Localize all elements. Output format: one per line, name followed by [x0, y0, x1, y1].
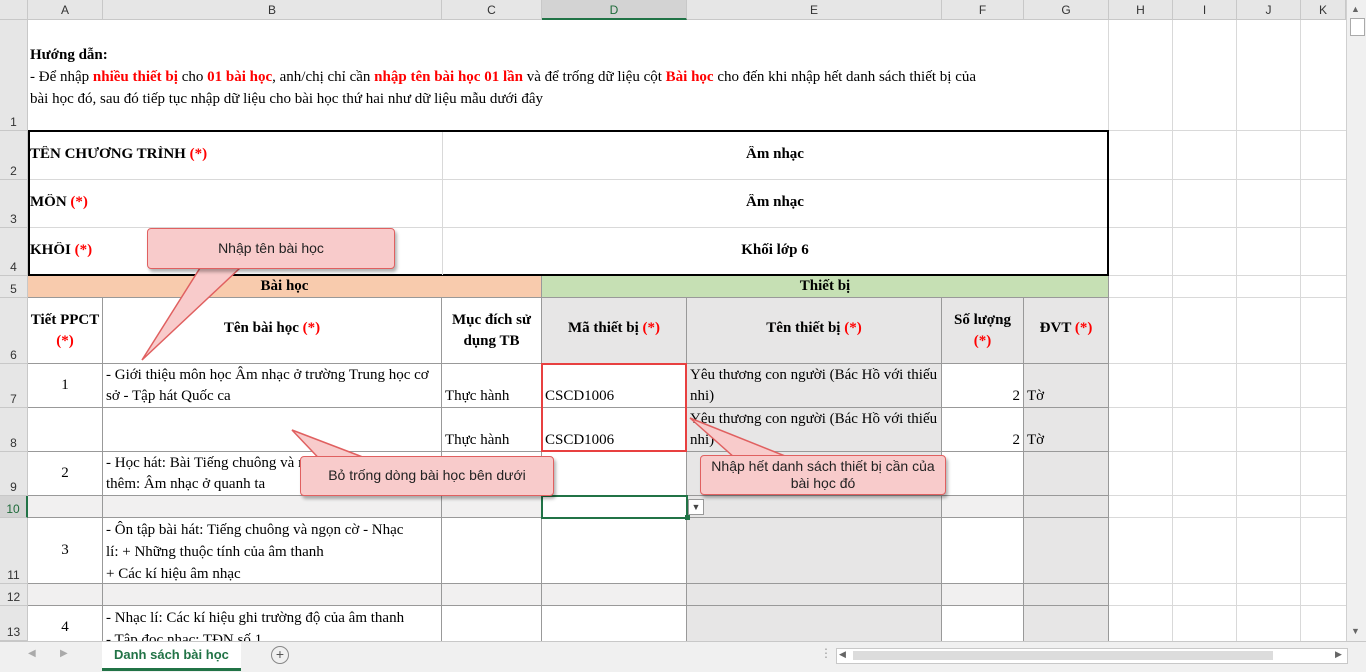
callout-enter-devices: Nhập hết danh sách thiết bị cần của bài … — [700, 455, 946, 495]
callout-enter-lesson: Nhập tên bài học — [147, 228, 395, 269]
horizontal-scroll-thumb[interactable] — [853, 651, 1273, 660]
sheet-tab-active[interactable]: Danh sách bài học — [102, 642, 241, 671]
tab-splitter-icon[interactable]: ⋮ — [820, 646, 832, 660]
callout-leave-blank: Bỏ trống dòng bài học bên dưới — [300, 456, 554, 496]
sheet-tab-bar: ◀ ▶ Danh sách bài học + ⋮ ◀ ▶ — [0, 641, 1366, 672]
tab-next-icon[interactable]: ▶ — [60, 648, 68, 659]
scroll-left-icon[interactable]: ◀ — [839, 649, 846, 660]
horizontal-scrollbar[interactable]: ◀ ▶ — [836, 648, 1348, 664]
callout-pointer-1 — [141, 267, 242, 361]
callout-pointer-3 — [689, 417, 791, 459]
callout-pointers — [141, 267, 791, 471]
add-sheet-icon[interactable]: + — [271, 646, 289, 664]
scroll-right-icon[interactable]: ▶ — [1335, 649, 1342, 660]
tab-prev-icon[interactable]: ◀ — [28, 648, 36, 659]
